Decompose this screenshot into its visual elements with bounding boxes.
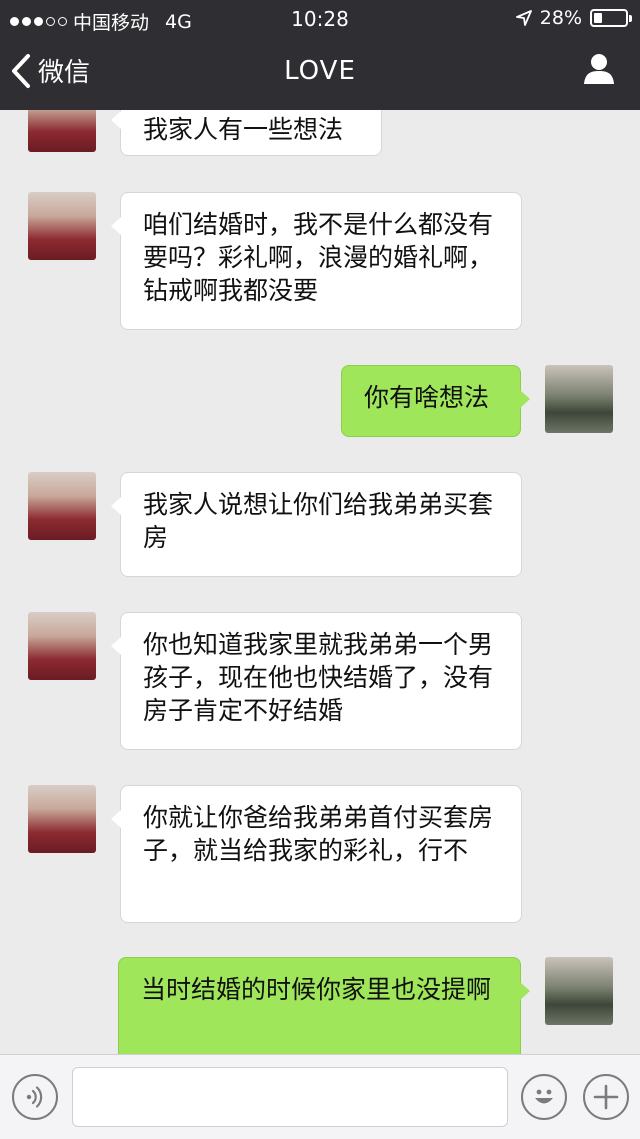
message-bubble[interactable]: 我家人说想让你们给我弟弟买套房 [111, 472, 522, 577]
chat-title: LOVE [284, 56, 356, 86]
message-bubble[interactable]: 当时结婚的时候你家里也没提啊 [118, 957, 530, 1054]
contact-avatar[interactable] [28, 192, 96, 260]
person-icon [584, 54, 614, 84]
status-right: 28% [515, 7, 632, 29]
contact-avatar[interactable] [28, 785, 96, 853]
voice-button[interactable] [12, 1074, 58, 1120]
message-bubble[interactable]: 你也知道我家里就我弟弟一个男孩子，现在他也快结婚了，没有房子肯定不好结婚 [111, 612, 522, 750]
battery-level [594, 13, 602, 23]
message-input[interactable] [72, 1067, 508, 1127]
message-bubble[interactable]: 咱们结婚时，我不是什么都没有要吗？彩礼啊，浪漫的婚礼啊，钻戒啊我都没要 [111, 192, 522, 330]
profile-button[interactable] [582, 52, 616, 90]
plus-button[interactable] [583, 1074, 629, 1120]
input-bar [0, 1054, 640, 1139]
battery-icon [590, 9, 632, 27]
message-bubble[interactable]: 我家人有一些想法 [111, 110, 382, 156]
user-avatar[interactable] [545, 957, 613, 1025]
contact-avatar[interactable] [28, 472, 96, 540]
message-bubble[interactable]: 你有啥想法 [341, 365, 530, 437]
emoji-icon [535, 1089, 553, 1104]
location-arrow-icon [515, 10, 532, 26]
message-bubble[interactable]: 你就让你爸给我弟弟首付买套房子，就当给我家的彩礼，行不 [111, 785, 522, 923]
contact-avatar[interactable] [28, 110, 96, 152]
emoji-button[interactable] [521, 1074, 567, 1120]
user-avatar[interactable] [545, 365, 613, 433]
chat-area[interactable]: 我家人有一些想法 咱们结婚时，我不是什么都没有要吗？彩礼啊，浪漫的婚礼啊，钻戒啊… [0, 110, 640, 1054]
plus-icon [593, 1084, 619, 1110]
battery-percent: 28% [539, 7, 582, 29]
contact-avatar[interactable] [28, 612, 96, 680]
nav-bar: 微信 LOVE [0, 38, 640, 110]
status-bar: 中国移动 4G 10:28 28% [0, 0, 640, 38]
voice-icon [26, 1086, 43, 1108]
